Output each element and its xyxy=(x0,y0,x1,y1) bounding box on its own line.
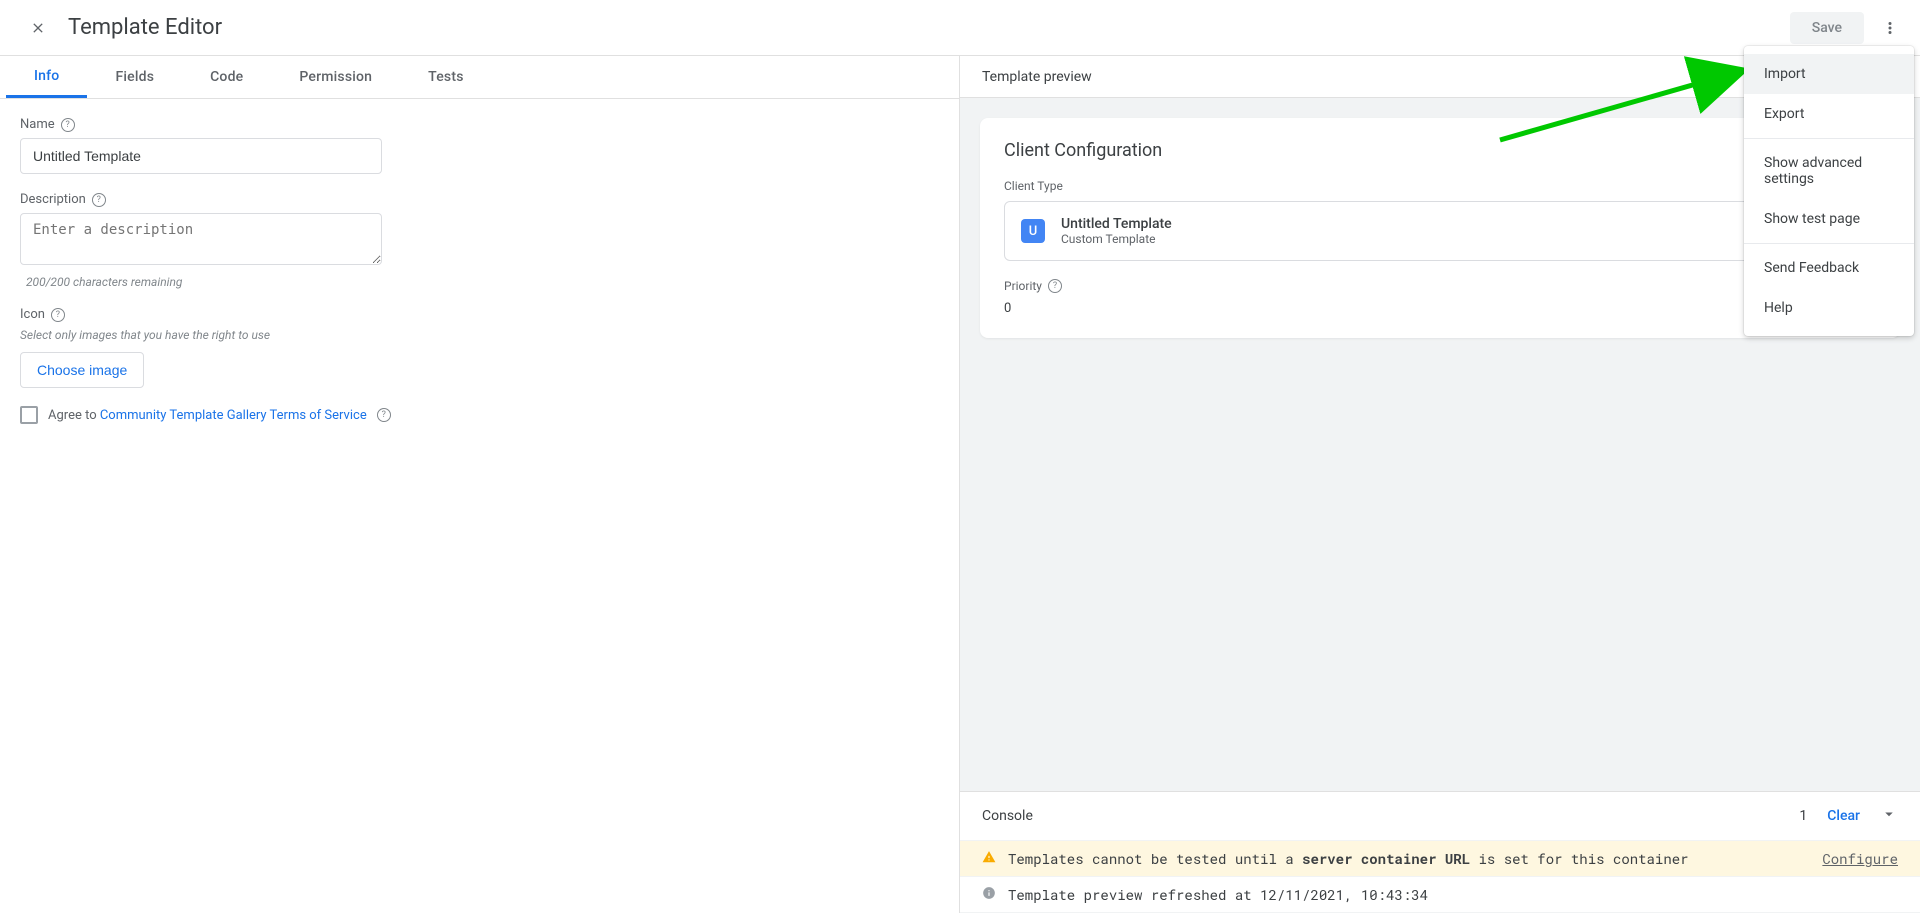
tab-tests[interactable]: Tests xyxy=(400,56,491,98)
icon-label: Icon xyxy=(20,307,45,322)
console-info-text: Template preview refreshed at 12/11/2021… xyxy=(1008,885,1428,904)
clear-button[interactable]: Clear xyxy=(1827,808,1860,824)
more-menu-dropdown: Import Export Show advanced settings Sho… xyxy=(1744,46,1914,336)
console-panel: Console 1 Clear Templates cannot be t xyxy=(960,791,1920,913)
help-icon[interactable]: ? xyxy=(377,408,391,422)
template-type: Custom Template xyxy=(1061,232,1172,246)
help-icon[interactable]: ? xyxy=(1048,279,1062,293)
configure-link[interactable]: Configure xyxy=(1822,849,1898,868)
menu-send-feedback[interactable]: Send Feedback xyxy=(1744,248,1914,288)
more-vertical-icon xyxy=(1881,19,1899,37)
agree-prefix: Agree to xyxy=(48,408,100,423)
help-icon[interactable]: ? xyxy=(61,118,75,132)
close-button[interactable] xyxy=(24,14,52,42)
name-label: Name xyxy=(20,117,55,132)
menu-import[interactable]: Import xyxy=(1744,54,1914,94)
tab-fields[interactable]: Fields xyxy=(87,56,182,98)
chevron-down-icon[interactable] xyxy=(1880,805,1898,827)
menu-separator xyxy=(1744,138,1914,139)
tab-info[interactable]: Info xyxy=(6,56,87,98)
description-label: Description xyxy=(20,192,86,207)
tab-permission[interactable]: Permission xyxy=(271,56,400,98)
menu-help[interactable]: Help xyxy=(1744,288,1914,328)
agree-text: Agree to Community Template Gallery Term… xyxy=(48,408,367,423)
console-title: Console xyxy=(982,808,1033,824)
template-name: Untitled Template xyxy=(1061,216,1172,232)
editor-header: Template Editor Save xyxy=(0,0,1920,56)
save-button[interactable]: Save xyxy=(1790,12,1864,44)
client-type-label: Client Type xyxy=(1004,179,1063,193)
menu-show-advanced[interactable]: Show advanced settings xyxy=(1744,143,1914,199)
editor-tabs: Info Fields Code Permission Tests xyxy=(0,56,959,99)
more-menu-button[interactable] xyxy=(1872,10,1908,46)
page-title: Template Editor xyxy=(68,15,222,40)
icon-hint: Select only images that you have the rig… xyxy=(20,328,939,342)
menu-export[interactable]: Export xyxy=(1744,94,1914,134)
menu-separator xyxy=(1744,243,1914,244)
close-icon xyxy=(30,20,46,36)
console-count: 1 xyxy=(1799,808,1807,824)
warn-post: is set for this container xyxy=(1470,849,1688,868)
help-icon[interactable]: ? xyxy=(92,193,106,207)
priority-label: Priority xyxy=(1004,279,1042,293)
tab-code[interactable]: Code xyxy=(182,56,271,98)
console-warning-row: Templates cannot be tested until a serve… xyxy=(960,840,1920,876)
warning-icon xyxy=(982,849,996,868)
choose-image-button[interactable]: Choose image xyxy=(20,352,144,388)
menu-show-test-page[interactable]: Show test page xyxy=(1744,199,1914,239)
help-icon[interactable]: ? xyxy=(51,308,65,322)
template-badge: U xyxy=(1021,219,1045,243)
terms-link[interactable]: Community Template Gallery Terms of Serv… xyxy=(100,408,367,423)
console-warning-text: Templates cannot be tested until a serve… xyxy=(1008,849,1689,868)
description-input[interactable] xyxy=(20,213,382,265)
console-info-row: Template preview refreshed at 12/11/2021… xyxy=(960,876,1920,913)
name-input[interactable] xyxy=(20,138,382,174)
agree-checkbox[interactable] xyxy=(20,406,38,424)
warn-bold: server container URL xyxy=(1302,849,1470,868)
info-icon xyxy=(982,885,996,904)
warn-pre: Templates cannot be tested until a xyxy=(1008,849,1302,868)
description-hint: 200/200 characters remaining xyxy=(26,275,939,289)
